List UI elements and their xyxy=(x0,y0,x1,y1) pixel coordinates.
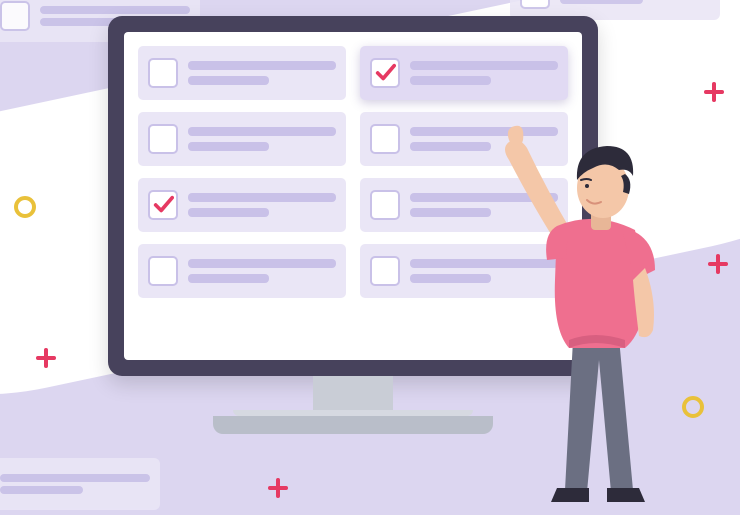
plus-icon xyxy=(704,82,724,102)
checklist-item[interactable] xyxy=(138,178,346,232)
checkbox-icon[interactable] xyxy=(148,58,178,88)
plus-icon xyxy=(708,254,728,274)
person-illustration xyxy=(495,130,695,510)
plus-icon xyxy=(36,348,56,368)
checklist-item[interactable] xyxy=(138,244,346,298)
checkbox-checked-icon[interactable] xyxy=(148,190,178,220)
ring-icon xyxy=(14,196,36,218)
checkbox-checked-icon[interactable] xyxy=(370,58,400,88)
checkbox-icon[interactable] xyxy=(370,190,400,220)
monitor-stand-base xyxy=(213,416,493,434)
item-text-placeholder xyxy=(188,61,336,85)
item-text-placeholder xyxy=(188,259,336,283)
checklist-item[interactable] xyxy=(138,112,346,166)
checkbox-icon[interactable] xyxy=(370,256,400,286)
plus-icon xyxy=(268,478,288,498)
checklist-item[interactable] xyxy=(360,46,568,100)
item-text-placeholder xyxy=(410,61,558,85)
item-text-placeholder xyxy=(188,193,336,217)
checklist-item[interactable] xyxy=(138,46,346,100)
background-card xyxy=(0,458,160,510)
item-text-placeholder xyxy=(188,127,336,151)
checkbox-icon[interactable] xyxy=(148,256,178,286)
checkbox-icon[interactable] xyxy=(148,124,178,154)
checkbox-icon[interactable] xyxy=(370,124,400,154)
